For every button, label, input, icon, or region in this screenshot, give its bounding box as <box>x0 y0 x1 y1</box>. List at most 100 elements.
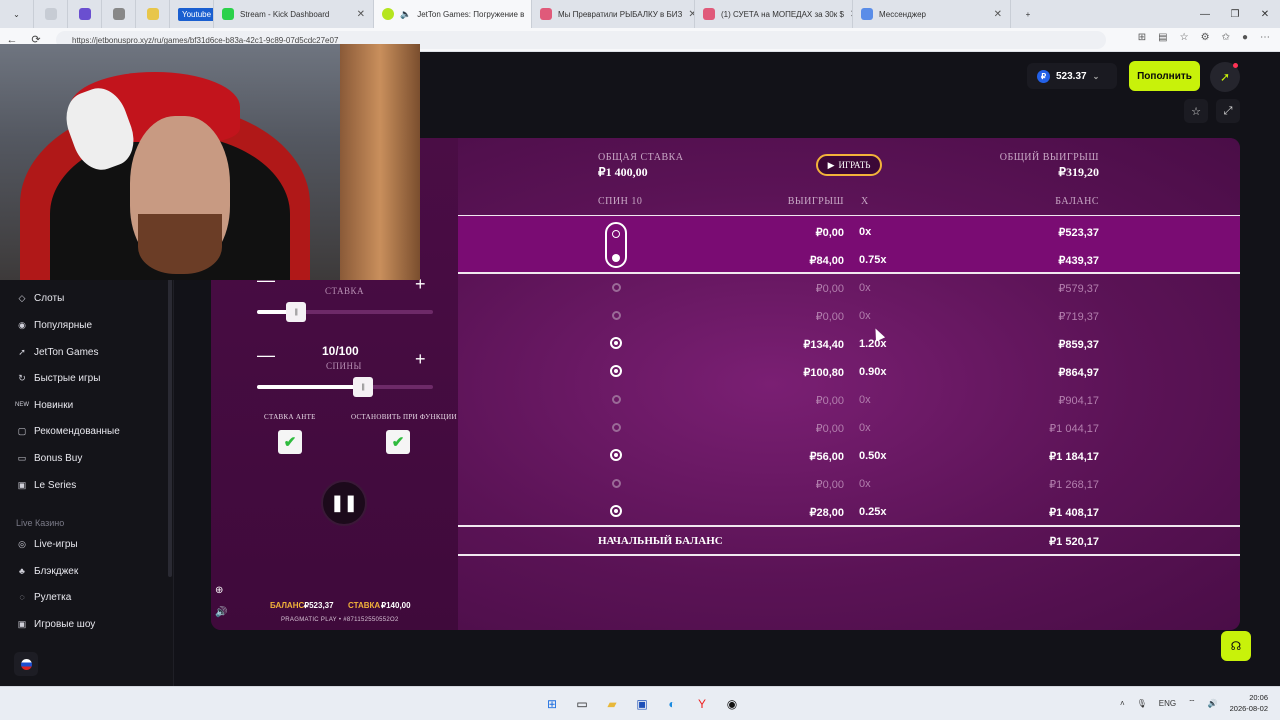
check-icon: ✔ <box>391 434 405 451</box>
file-explorer-icon[interactable]: ▰ <box>601 693 623 715</box>
sidebar-item-blackjack[interactable]: ♣ Блэкджек <box>16 565 78 577</box>
fullscreen-button[interactable]: ⤢ <box>1216 99 1240 123</box>
language-flag-button[interactable] <box>14 652 38 676</box>
browser-tab-jetton[interactable]: 🔈JetTon Games: Погружение в✕ <box>374 0 532 28</box>
sidebar-item-live-games[interactable]: ◎ Live-игры <box>16 538 78 550</box>
tab-favicon <box>146 8 159 20</box>
pause-button[interactable]: ❚❚ <box>321 480 367 526</box>
table-row: ₽0,00 0x ₽579,37 <box>458 274 1240 302</box>
volume-icon[interactable]: 🔊 <box>1208 699 1218 708</box>
chevron-down-icon: ⌄ <box>1092 71 1100 81</box>
spins-slider[interactable]: ||| <box>257 377 433 397</box>
stop-on-feature-checkbox[interactable]: ✔ <box>386 430 410 454</box>
win-cell: ₽0,00 <box>815 395 844 407</box>
sidebar-item-bonus-buy[interactable]: ▭ Bonus Buy <box>16 452 83 464</box>
task-view-icon[interactable]: ▭ <box>571 693 593 715</box>
table-row: ₽0,00 0x ₽904,17 <box>458 386 1240 414</box>
new-tab-button[interactable]: + <box>1011 0 1045 28</box>
avatar[interactable]: ➚ <box>1210 62 1240 92</box>
sidebar-item-roulette[interactable]: ◌ Рулетка <box>16 591 71 603</box>
video-icon <box>540 8 552 20</box>
favorite-game-button[interactable]: ☆ <box>1184 99 1208 123</box>
sidebar-item-le-series[interactable]: ▣ Le Series <box>16 479 77 491</box>
browser-tab[interactable] <box>68 0 102 28</box>
menu-icon[interactable]: ⋯ <box>1260 32 1270 43</box>
spins-label: СПИНЫ <box>326 361 362 371</box>
favorites-icon[interactable]: ✩ <box>1222 32 1230 43</box>
close-window-icon[interactable]: ✕ <box>1250 0 1280 28</box>
recommended-icon: ▢ <box>17 425 27 436</box>
game-shows-icon: ▣ <box>17 618 27 629</box>
sidebar-item-new[interactable]: NEW Новинки <box>15 399 73 411</box>
sidebar-item-popular[interactable]: ◉ Популярные <box>16 319 92 331</box>
close-icon[interactable]: ✕ <box>357 9 365 20</box>
browser-toolbar: ⊞ ▤ ☆ ⚙ ✩ ● ⋯ <box>1138 32 1270 43</box>
extensions-icon[interactable]: ⚙ <box>1201 32 1210 43</box>
tab-list-button[interactable]: ⌄ <box>0 0 34 28</box>
maximize-icon[interactable]: ❐ <box>1220 0 1250 28</box>
reader-icon[interactable]: ▤ <box>1158 32 1167 43</box>
store-icon[interactable]: ▣ <box>631 693 653 715</box>
multiplier-cell: 0.25x <box>859 506 887 518</box>
table-row: ₽28,00 0.25x ₽1 408,17 <box>458 498 1240 526</box>
expand-icon: ⤢ <box>1223 104 1233 117</box>
multiplier-cell: 1.20x <box>859 338 887 350</box>
sidebar-item-fast-games[interactable]: ↻ Быстрые игры <box>16 372 100 384</box>
play-button[interactable]: ▶ ИГРАТЬ <box>816 154 882 176</box>
balance-cell: ₽864,97 <box>1058 367 1099 379</box>
sidebar-item-game-shows[interactable]: ▣ Игровые шоу <box>16 618 96 630</box>
start-icon[interactable]: ⊞ <box>541 693 563 715</box>
sidebar-item-recommended[interactable]: ▢ Рекомендованные <box>16 425 120 437</box>
spin-indicator-icon <box>610 505 622 517</box>
system-tray: ˄ 🎙 ENG ⌔ 🔊 20:06 2026-08-02 <box>1120 692 1268 714</box>
sidebar-item-jetton-games[interactable]: ➚ JetTon Games <box>16 346 98 358</box>
win-cell: ₽0,00 <box>815 227 844 239</box>
sidebar-item-slots[interactable]: ◇ Слоты <box>16 292 65 304</box>
minimize-icon[interactable]: — <box>1190 0 1220 28</box>
table-row: ₽56,00 0.50x ₽1 184,17 <box>458 442 1240 470</box>
kick-icon <box>222 8 234 20</box>
ante-bet-checkbox[interactable]: ✔ <box>278 430 302 454</box>
browser-tab-video[interactable]: (1) СУЕТА на МОПЕДАХ за 30к $✕ <box>695 0 853 28</box>
balance-cell: ₽523,37 <box>1058 227 1099 239</box>
spins-plus-button[interactable]: + <box>415 350 426 368</box>
divider <box>458 554 1240 556</box>
close-icon[interactable]: ✕ <box>688 9 694 20</box>
browser-tab-messenger[interactable]: Мессенджер ✕ <box>853 0 1011 28</box>
yandex-icon[interactable]: Y <box>691 693 713 715</box>
edge-icon[interactable]: ◐ <box>661 693 683 715</box>
zoom-icon[interactable]: ⊕ <box>215 585 223 596</box>
favorite-star-icon[interactable]: ☆ <box>1180 32 1189 43</box>
stake-slider[interactable]: ||| <box>257 302 433 322</box>
browser-tab-video[interactable]: Мы Превратили РЫБАЛКУ в БИЗ✕ <box>532 0 695 28</box>
sound-icon[interactable]: 🔊 <box>215 607 227 618</box>
browser-tab[interactable] <box>136 0 170 28</box>
autoplay-history-panel: ОБЩАЯ СТАВКА ₽1 400,00 ▶ ИГРАТЬ ОБЩИЙ ВЫИ… <box>458 138 1240 630</box>
language-indicator[interactable]: ENG <box>1159 699 1176 708</box>
spins-minus-button[interactable]: — <box>257 346 275 364</box>
notification-dot <box>1233 63 1238 68</box>
wifi-icon[interactable]: ⌔ <box>1188 698 1196 708</box>
tray-chevron-icon[interactable]: ˄ <box>1120 699 1125 708</box>
clock[interactable]: 20:06 2026-08-02 <box>1230 692 1268 714</box>
browser-tab[interactable] <box>34 0 68 28</box>
deposit-button[interactable]: Пополнить <box>1129 61 1200 91</box>
spins-slider-thumb[interactable]: ||| <box>352 377 373 397</box>
profile-icon[interactable]: ● <box>1242 32 1248 43</box>
sidebar-scrollbar[interactable] <box>168 277 172 577</box>
browser-tab-kick[interactable]: Stream - Kick Dashboard ✕ <box>214 0 374 28</box>
app-icon[interactable]: ⊞ <box>1138 32 1146 43</box>
close-icon[interactable]: ✕ <box>994 9 1002 20</box>
balance-cell: ₽1 408,17 <box>1049 507 1099 519</box>
pause-icon: ❚❚ <box>330 495 358 512</box>
balance-dropdown[interactable]: ₽ 523.37 ⌄ <box>1027 63 1117 89</box>
browser-tab[interactable] <box>102 0 136 28</box>
support-chat-button[interactable]: ☊ <box>1221 631 1251 661</box>
obs-icon[interactable]: ◉ <box>721 693 743 715</box>
spin-indicator-icon <box>612 479 621 488</box>
microphone-icon[interactable]: 🎙 <box>1137 699 1147 708</box>
multiplier-cell: 0x <box>859 226 872 238</box>
stake-slider-thumb[interactable]: ||| <box>285 302 306 322</box>
browser-tab-youtube[interactable]: Youtube <box>170 0 214 28</box>
balance-cell: ₽719,37 <box>1058 311 1099 323</box>
